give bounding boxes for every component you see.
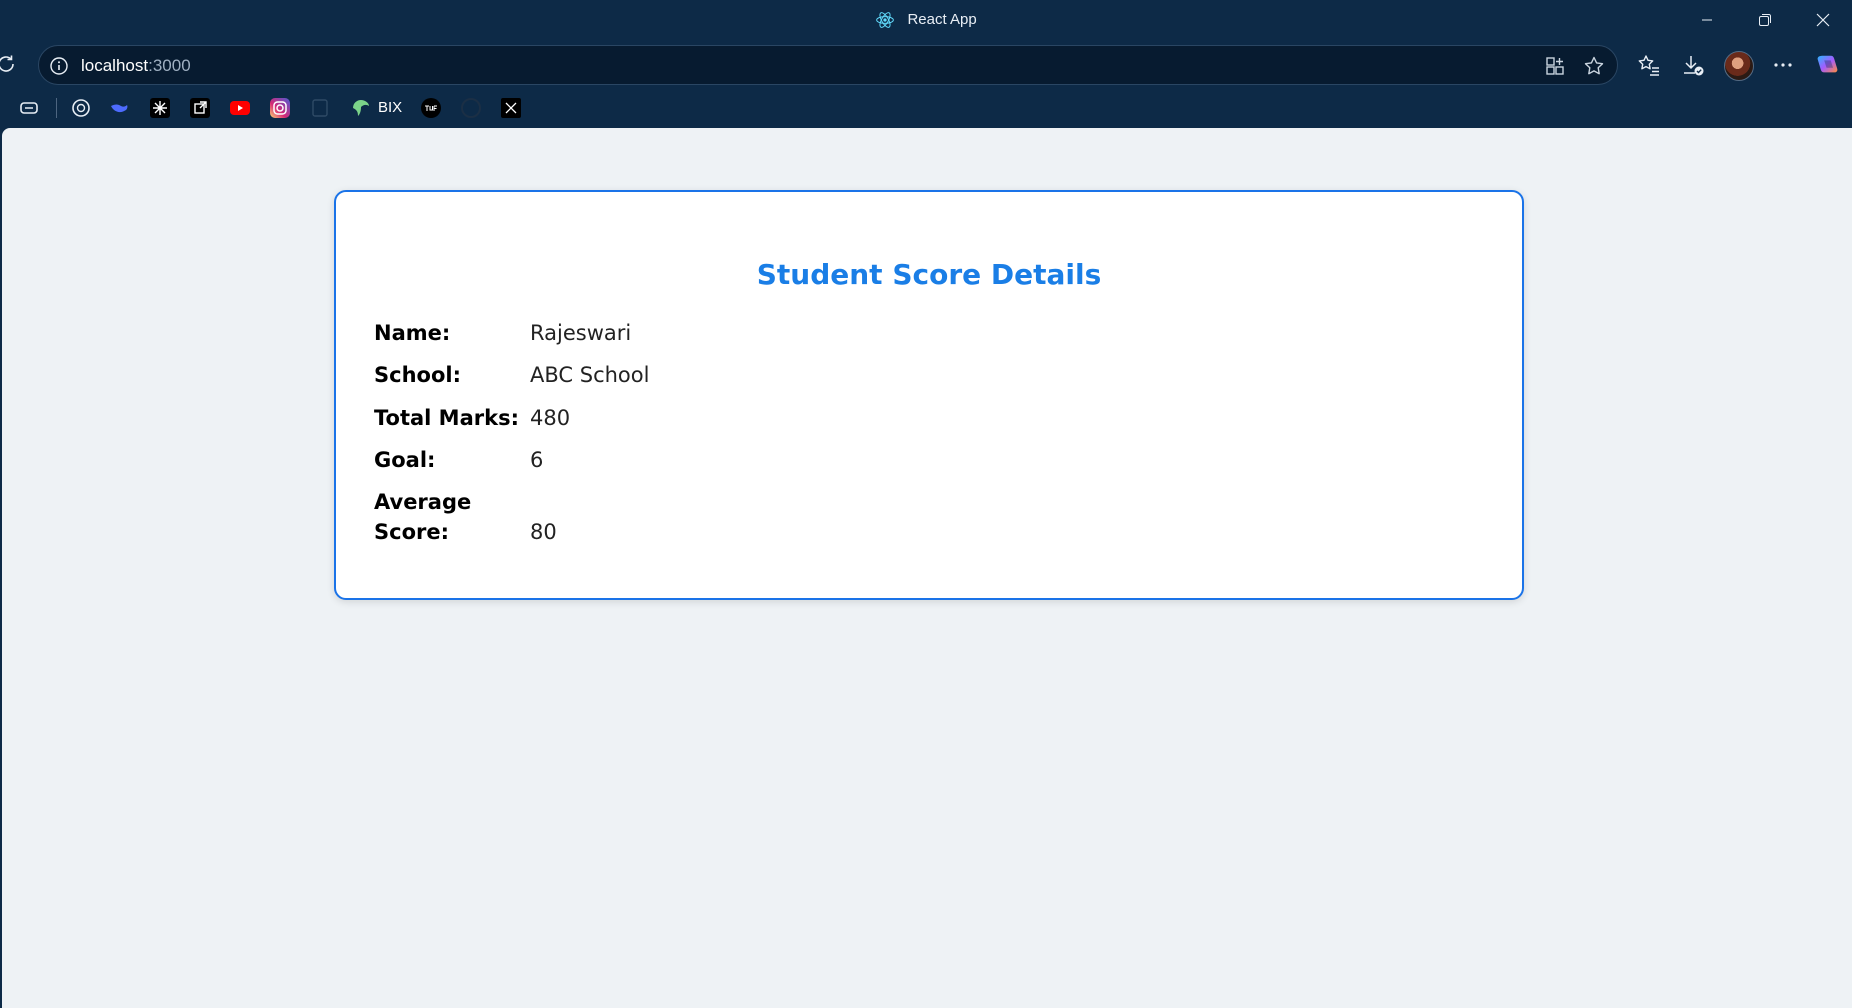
more-options-button[interactable]: [1770, 52, 1796, 78]
tuf-bookmark-icon[interactable]: [420, 97, 442, 119]
close-button[interactable]: [1794, 0, 1852, 40]
detail-label: Goal:: [374, 448, 436, 472]
detail-value: Rajeswari: [530, 321, 632, 345]
downloads-button[interactable]: [1680, 52, 1706, 78]
app-available-icon[interactable]: [1544, 55, 1566, 77]
window-title: React App: [907, 11, 977, 29]
detail-value: 480: [530, 406, 571, 430]
copilot-icon: [1817, 55, 1838, 73]
ai-tool-bookmark-icon[interactable]: [149, 97, 171, 119]
address-bar[interactable]: localhost:3000: [38, 45, 1618, 85]
youtube-bookmark-icon[interactable]: [229, 97, 251, 119]
favorites-list-icon: [1638, 55, 1659, 76]
copilot-button[interactable]: [1814, 52, 1840, 78]
card-title: Student Score Details: [756, 258, 1102, 291]
restore-icon: [1759, 14, 1771, 26]
detail-label: School:: [374, 363, 461, 387]
instagram-bookmark-icon[interactable]: [269, 97, 291, 119]
url-host: localhost: [81, 56, 149, 75]
profile-avatar[interactable]: [1724, 51, 1754, 81]
url-port: :3000: [148, 56, 191, 75]
download-icon: [1684, 56, 1704, 76]
window-controls: [1678, 0, 1852, 42]
bix-bookmark-icon[interactable]: [350, 97, 372, 119]
react-logo-icon: [876, 12, 895, 28]
window-titlebar: React App: [0, 0, 1852, 42]
detail-value: 6: [530, 448, 544, 472]
detail-label: Name:: [374, 321, 451, 345]
minimize-button[interactable]: [1678, 0, 1736, 40]
x-bookmark-icon[interactable]: [500, 97, 522, 119]
bookmarks-separator: [56, 98, 57, 118]
minimize-icon: [1702, 19, 1712, 21]
dim-bookmark-icon[interactable]: [309, 97, 331, 119]
detail-value: ABC School: [530, 363, 650, 387]
page-viewport: Student Score Details Name: Rajeswari Sc…: [2, 128, 1852, 1008]
detail-value: 80: [530, 520, 557, 544]
favorites-button[interactable]: [1636, 52, 1662, 78]
reload-icon[interactable]: [0, 52, 18, 76]
site-info-icon[interactable]: [49, 56, 69, 76]
window-title-group: React App: [0, 10, 1852, 30]
student-score-card: Student Score Details Name: Rajeswari Sc…: [334, 190, 1524, 600]
toolbar: localhost:3000: [0, 42, 1852, 88]
tab-actions-icon[interactable]: [18, 97, 40, 119]
more-dots-icon: [1774, 63, 1792, 67]
github-bookmark-icon[interactable]: [460, 97, 482, 119]
restore-button[interactable]: [1736, 0, 1794, 40]
external-link-bookmark-icon[interactable]: [189, 97, 211, 119]
deepseek-bookmark-icon[interactable]: [108, 97, 130, 119]
detail-label: Average Score:: [374, 490, 472, 544]
chatgpt-bookmark-icon[interactable]: [70, 97, 92, 119]
favorite-star-icon[interactable]: [1583, 55, 1605, 77]
bookmarks-bar: BIX: [0, 88, 1852, 128]
url-text[interactable]: localhost:3000: [81, 55, 191, 77]
detail-label: Total Marks:: [374, 406, 519, 430]
close-icon: [1816, 13, 1830, 27]
bix-bookmark-label[interactable]: BIX: [378, 99, 402, 117]
